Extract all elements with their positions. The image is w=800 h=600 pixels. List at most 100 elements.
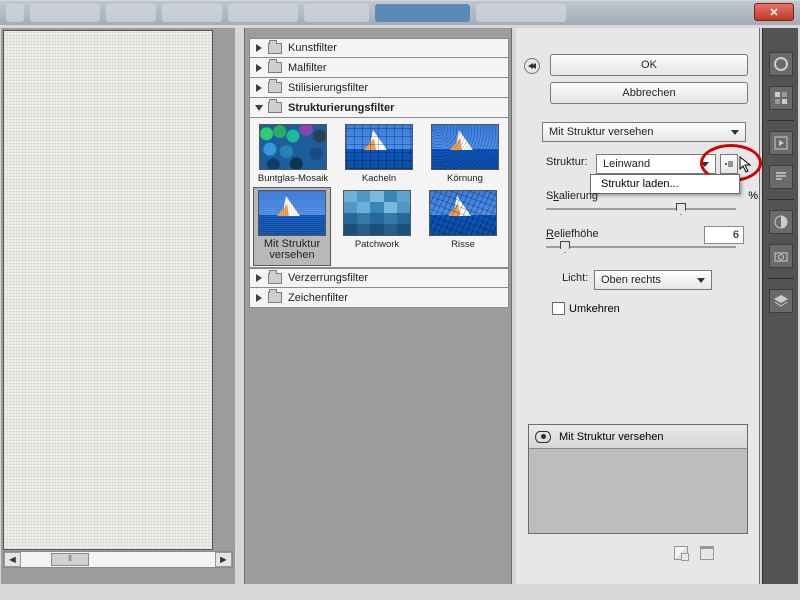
trash-icon[interactable] bbox=[700, 546, 714, 560]
disclosure-triangle-icon bbox=[256, 44, 262, 52]
thumb-mit-struktur-versehen[interactable]: Mit Strukturversehen bbox=[253, 187, 331, 266]
tree-label: Strukturierungsfilter bbox=[288, 102, 394, 114]
tab-blur[interactable] bbox=[162, 4, 222, 22]
sailboat-icon bbox=[430, 191, 496, 235]
thumb-caption: Risse bbox=[424, 239, 502, 250]
dock-icon-layers[interactable] bbox=[769, 289, 793, 313]
percent-sign: % bbox=[748, 190, 758, 202]
umkehren-checkbox[interactable]: Umkehren bbox=[552, 302, 620, 315]
tree-row-zeichenfilter[interactable]: Zeichenfilter bbox=[249, 288, 509, 308]
tree-label: Kunstfilter bbox=[288, 42, 337, 54]
reliefhoehe-row: Reliefhöhe 6 bbox=[546, 228, 744, 240]
thumb-caption: Patchwork bbox=[338, 239, 416, 250]
filter-tree: Kunstfilter Malfilter Stilisierungsfilte… bbox=[249, 38, 509, 308]
filter-thumbnail-grid: Buntglas-Mosaik Kacheln Körnung Mit Stru… bbox=[249, 118, 509, 268]
tree-row-strukturierungsfilter[interactable]: Strukturierungsfilter bbox=[249, 98, 509, 118]
reliefhoehe-input[interactable]: 6 bbox=[704, 226, 744, 244]
struktur-label: Struktur: bbox=[546, 156, 588, 168]
thumb-koernung[interactable]: Körnung bbox=[426, 124, 504, 184]
thumb-caption: Mit Strukturversehen bbox=[254, 239, 330, 261]
folder-icon bbox=[268, 102, 282, 113]
folder-icon bbox=[268, 292, 282, 303]
thumb-caption: Kacheln bbox=[340, 173, 418, 184]
play-icon bbox=[774, 136, 788, 150]
collapse-button[interactable] bbox=[524, 58, 540, 74]
tree-label: Verzerrungsfilter bbox=[288, 272, 368, 284]
checkbox-box-icon bbox=[552, 302, 565, 315]
skalierung-slider-knob[interactable] bbox=[676, 203, 686, 215]
tree-label: Stilisierungsfilter bbox=[288, 82, 368, 94]
scroll-track[interactable]: ⦀ bbox=[21, 552, 215, 567]
sailboat-icon bbox=[346, 125, 412, 169]
disclosure-triangle-icon bbox=[256, 274, 262, 282]
canvas-texture bbox=[4, 31, 212, 549]
window-close-button[interactable]: ✕ bbox=[754, 3, 794, 21]
sailboat-icon bbox=[259, 191, 325, 235]
licht-label: Licht: bbox=[562, 272, 588, 284]
tab-blur[interactable] bbox=[30, 4, 100, 22]
tab-blur[interactable] bbox=[476, 4, 566, 22]
horizontal-scrollbar[interactable]: ◄ ⦀ ► bbox=[3, 551, 233, 568]
tree-label: Malfilter bbox=[288, 62, 327, 74]
tab-blur-active[interactable] bbox=[375, 4, 470, 22]
tab-blur[interactable] bbox=[304, 4, 369, 22]
ok-button[interactable]: OK bbox=[550, 54, 748, 76]
umkehren-label: Umkehren bbox=[569, 303, 620, 315]
struktur-flyout-button[interactable] bbox=[720, 154, 738, 174]
reliefhoehe-slider-track[interactable] bbox=[546, 246, 736, 248]
tree-row-verzerrungsfilter[interactable]: Verzerrungsfilter bbox=[249, 268, 509, 288]
tree-label: Zeichenfilter bbox=[288, 292, 348, 304]
new-layer-icon[interactable] bbox=[674, 546, 688, 560]
skalierung-label: Skalierung bbox=[546, 190, 598, 202]
dock-icon-play[interactable] bbox=[769, 131, 793, 155]
disclosure-triangle-icon bbox=[256, 64, 262, 72]
visibility-eye-icon[interactable] bbox=[535, 431, 551, 443]
tree-row-kunstfilter[interactable]: Kunstfilter bbox=[249, 38, 509, 58]
thumb-kacheln[interactable]: Kacheln bbox=[340, 124, 418, 184]
preview-canvas[interactable] bbox=[3, 30, 213, 550]
dock-icon-swatches[interactable] bbox=[769, 86, 793, 110]
skalierung-slider-track[interactable] bbox=[546, 208, 736, 210]
tab-blur[interactable] bbox=[106, 4, 156, 22]
cursor-icon bbox=[739, 156, 757, 174]
struktur-dropdown[interactable]: Leinwand bbox=[596, 154, 716, 174]
tree-row-malfilter[interactable]: Malfilter bbox=[249, 58, 509, 78]
folder-icon bbox=[268, 43, 282, 54]
adjust-icon bbox=[774, 215, 788, 229]
cancel-button[interactable]: Abbrechen bbox=[550, 82, 748, 104]
thumb-patchwork[interactable]: Patchwork bbox=[338, 190, 416, 263]
sailboat-icon bbox=[432, 125, 498, 169]
filter-select-dropdown[interactable]: Mit Struktur versehen bbox=[542, 122, 746, 142]
effect-layers-panel: Mit Struktur versehen bbox=[528, 424, 748, 534]
dock-icon-adjust[interactable] bbox=[769, 210, 793, 234]
thumb-risse[interactable]: Risse bbox=[424, 190, 502, 263]
scroll-thumb[interactable]: ⦀ bbox=[51, 553, 89, 566]
tab-blur[interactable] bbox=[6, 4, 24, 22]
patchwork-icon bbox=[344, 191, 410, 235]
close-icon: ✕ bbox=[769, 6, 778, 19]
dock-icon-camera[interactable] bbox=[769, 244, 793, 268]
reliefhoehe-slider-knob[interactable] bbox=[560, 241, 570, 253]
thumb-buntglas-mosaik[interactable]: Buntglas-Mosaik bbox=[254, 124, 332, 184]
layer-panel-footer-icons bbox=[674, 546, 714, 560]
effect-layer-row[interactable]: Mit Struktur versehen bbox=[529, 425, 747, 449]
paragraph-icon bbox=[774, 170, 788, 184]
thumb-caption: Körnung bbox=[426, 173, 504, 184]
right-tool-dock bbox=[762, 28, 798, 584]
licht-dropdown[interactable]: Oben rechts bbox=[594, 270, 712, 290]
folder-icon bbox=[268, 273, 282, 284]
mosaic-icon bbox=[260, 125, 326, 169]
dock-icon-paragraph[interactable] bbox=[769, 165, 793, 189]
scroll-right-arrow-icon[interactable]: ► bbox=[215, 552, 232, 567]
color-wheel-icon bbox=[773, 56, 789, 72]
camera-icon bbox=[774, 250, 788, 262]
dock-icon-color[interactable] bbox=[769, 52, 793, 76]
folder-icon bbox=[268, 82, 282, 93]
disclosure-triangle-icon bbox=[256, 294, 262, 302]
tree-row-stilisierungsfilter[interactable]: Stilisierungsfilter bbox=[249, 78, 509, 98]
scroll-left-arrow-icon[interactable]: ◄ bbox=[4, 552, 21, 567]
tab-blur[interactable] bbox=[228, 4, 298, 22]
reliefhoehe-label: Reliefhöhe bbox=[546, 228, 599, 240]
filter-tree-panel: Kunstfilter Malfilter Stilisierungsfilte… bbox=[244, 28, 512, 584]
thumb-caption: Buntglas-Mosaik bbox=[254, 173, 332, 184]
